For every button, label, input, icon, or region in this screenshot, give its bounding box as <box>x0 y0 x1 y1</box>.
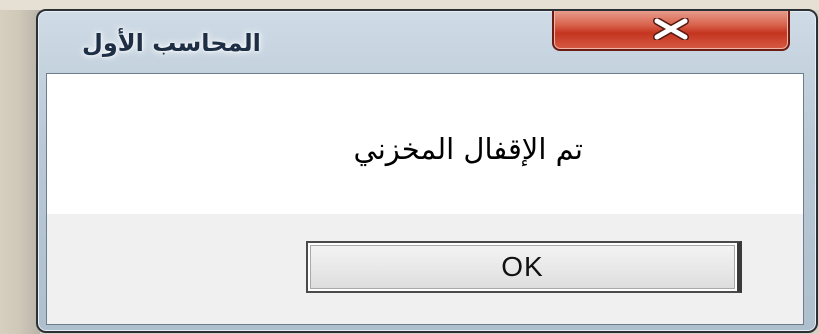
message-box-window: المحاسب الأول تم الإقفال المخزني OK <box>36 9 818 333</box>
message-text: تم الإقفال المخزني <box>353 132 583 166</box>
window-title: المحاسب الأول <box>82 29 261 57</box>
background-window-edge <box>0 0 40 334</box>
close-button[interactable] <box>552 11 790 51</box>
dialog-client-area: تم الإقفال المخزني OK <box>46 73 804 325</box>
close-x-icon <box>649 18 693 40</box>
message-panel: تم الإقفال المخزني <box>47 74 803 214</box>
ok-button[interactable]: OK <box>306 241 742 293</box>
